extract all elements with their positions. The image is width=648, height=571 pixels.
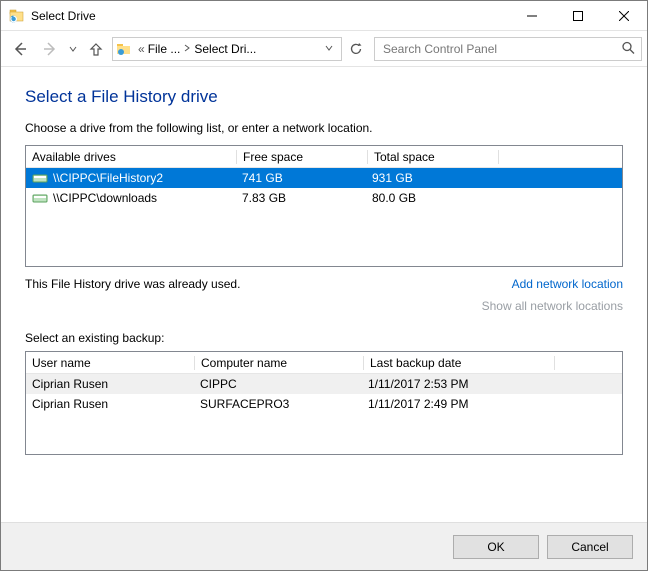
backup-date: 1/11/2017 2:49 PM (362, 397, 552, 411)
drives-list: Available drives Free space Total space … (25, 145, 623, 267)
recent-dropdown[interactable] (66, 35, 80, 63)
status-text: This File History drive was already used… (25, 277, 482, 291)
page-heading: Select a File History drive (25, 87, 623, 107)
ok-button[interactable]: OK (453, 535, 539, 559)
col-last-backup-date[interactable]: Last backup date (364, 356, 554, 370)
maximize-button[interactable] (555, 1, 601, 30)
col-user-name[interactable]: User name (26, 356, 194, 370)
backups-header-row: User name Computer name Last backup date (26, 352, 622, 374)
footer: OK Cancel (1, 522, 647, 570)
backup-user: Ciprian Rusen (26, 377, 194, 391)
backup-date: 1/11/2017 2:53 PM (362, 377, 552, 391)
up-button[interactable] (82, 35, 110, 63)
window: Select Drive (0, 0, 648, 571)
show-all-network-link[interactable]: Show all network locations (482, 299, 623, 313)
backup-computer: CIPPC (194, 377, 362, 391)
drives-header-row: Available drives Free space Total space (26, 146, 622, 168)
drive-total: 931 GB (366, 171, 496, 185)
breadcrumb-seg1[interactable]: File ... (148, 42, 181, 56)
drive-name: \\CIPPC\downloads (53, 191, 157, 205)
col-free-space[interactable]: Free space (237, 150, 367, 164)
breadcrumb-seg2[interactable]: Select Dri... (194, 42, 256, 56)
backup-user: Ciprian Rusen (26, 397, 194, 411)
window-title: Select Drive (31, 9, 96, 23)
drive-icon (32, 172, 48, 184)
search-field[interactable] (374, 37, 642, 61)
window-controls (509, 1, 647, 30)
breadcrumb-dropdown[interactable] (319, 44, 339, 54)
drive-row[interactable]: \\CIPPC\downloads 7.83 GB 80.0 GB (26, 188, 622, 208)
drive-free: 741 GB (236, 171, 366, 185)
titlebar: Select Drive (1, 1, 647, 31)
navbar: « File ... Select Dri... (1, 31, 647, 67)
col-total-space[interactable]: Total space (368, 150, 498, 164)
drive-free: 7.83 GB (236, 191, 366, 205)
col-computer-name[interactable]: Computer name (195, 356, 363, 370)
drive-name: \\CIPPC\FileHistory2 (53, 171, 163, 185)
backup-row[interactable]: Ciprian Rusen CIPPC 1/11/2017 2:53 PM (26, 374, 622, 394)
col-available-drives[interactable]: Available drives (26, 150, 236, 164)
breadcrumb[interactable]: « File ... Select Dri... (112, 37, 342, 61)
backup-computer: SURFACEPRO3 (194, 397, 362, 411)
forward-button[interactable] (36, 35, 64, 63)
add-network-link[interactable]: Add network location (512, 277, 623, 291)
chevron-right-icon (180, 44, 194, 54)
backup-row[interactable]: Ciprian Rusen SURFACEPRO3 1/11/2017 2:49… (26, 394, 622, 414)
minimize-button[interactable] (509, 1, 555, 30)
folder-icon (115, 40, 133, 58)
drive-row[interactable]: \\CIPPC\FileHistory2 741 GB 931 GB (26, 168, 622, 188)
cancel-button[interactable]: Cancel (547, 535, 633, 559)
instruction-text: Choose a drive from the following list, … (25, 121, 623, 135)
drive-total: 80.0 GB (366, 191, 496, 205)
backups-list: User name Computer name Last backup date… (25, 351, 623, 455)
content: Select a File History drive Choose a dri… (1, 67, 647, 522)
close-button[interactable] (601, 1, 647, 30)
search-input[interactable] (381, 41, 635, 57)
refresh-button[interactable] (344, 37, 368, 61)
search-icon[interactable] (621, 40, 635, 57)
select-backup-label: Select an existing backup: (25, 331, 623, 345)
back-button[interactable] (6, 35, 34, 63)
drive-icon (32, 192, 48, 204)
app-icon (9, 8, 25, 24)
